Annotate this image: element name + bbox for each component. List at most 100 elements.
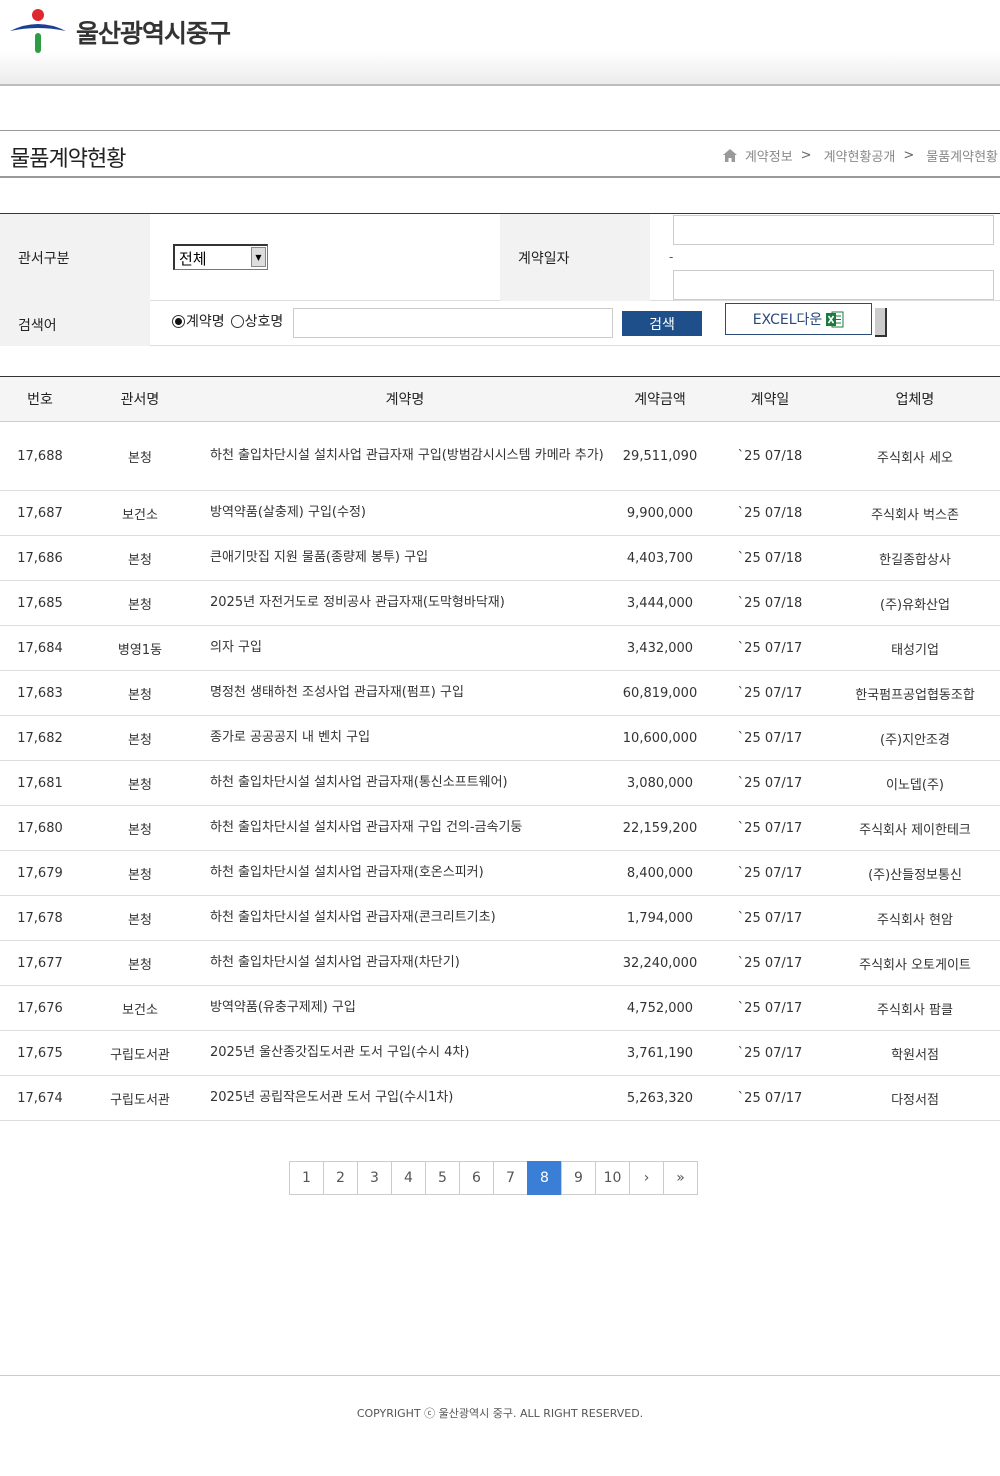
cell-contract-name[interactable]: 큰애기맛집 지원 물품(종량제 봉투) 구입 (200, 535, 610, 581)
radio-company-name-label[interactable]: 상호명 (245, 311, 284, 331)
cell-dept: 보건소 (80, 490, 200, 536)
cell-contract-name[interactable]: 방역약품(살충제) 구입(수정) (200, 490, 610, 536)
page-link-10[interactable]: 10 (595, 1161, 630, 1195)
page-link-1[interactable]: 1 (289, 1161, 324, 1195)
column-header-amount: 계약금액 (634, 392, 686, 408)
cell-contract-name[interactable]: 방역약품(유충구제제) 구입 (200, 985, 610, 1031)
table-row: 17,688 본청 하천 출입차단시설 설치사업 관급자재 구입(방범감시시스템 카… (0, 421, 1000, 491)
page-link-5[interactable]: 5 (425, 1161, 460, 1195)
cell-date: `25 07/17 (710, 625, 830, 671)
table-row: 17,685 본청 2025년 자전거도로 정비공사 관급자재(도막형바닥재) 3,4… (0, 580, 1000, 626)
dept-select[interactable]: 전체 ▼ (173, 244, 268, 270)
chevron-down-icon[interactable]: ▼ (251, 247, 266, 267)
cell-date: `25 07/17 (710, 940, 830, 986)
page-link-3[interactable]: 3 (357, 1161, 392, 1195)
column-header-number: 번호 (27, 392, 53, 408)
cell-number: 17,685 (0, 580, 80, 626)
last-page-icon[interactable]: » (663, 1161, 698, 1195)
column-header-vendor: 업체명 (895, 392, 935, 408)
column-header-dept: 관서명 (120, 392, 160, 408)
radio-company-name[interactable] (230, 314, 244, 328)
end-date-input[interactable] (673, 270, 994, 300)
cell-vendor: 주식회사 팜클 (830, 985, 1000, 1031)
cell-vendor: (주)지안조경 (830, 715, 1000, 761)
excel-download-button[interactable]: EXCEL다운 (725, 303, 872, 335)
breadcrumb-item-goods-contract[interactable]: 물품계약현황 (926, 146, 998, 165)
breadcrumb-separator: > (903, 148, 915, 163)
cell-contract-name[interactable]: 하천 출입차단시설 설치사업 관급자재(차단기) (200, 940, 610, 986)
cell-amount: 3,444,000 (610, 580, 710, 626)
cell-dept: 본청 (80, 580, 200, 626)
cell-contract-name[interactable]: 하천 출입차단시설 설치사업 관급자재 구입(방범감시시스템 카메라 추가) (200, 421, 610, 491)
cell-contract-name[interactable]: 하천 출입차단시설 설치사업 관급자재 구입 건의-금속기둥 (200, 805, 610, 851)
cell-number: 17,679 (0, 850, 80, 896)
dept-label: 관서구분 (0, 214, 150, 301)
cell-contract-name[interactable]: 2025년 공립작은도서관 도서 구입(수시1차) (200, 1075, 610, 1121)
table-header-row: 번호 관서명 계약명 계약금액 계약일 업체명 (0, 376, 1000, 422)
table-row: 17,679 본청 하천 출입차단시설 설치사업 관급자재(호온스피커) 8,400,… (0, 850, 1000, 896)
cell-vendor: 한국펌프공업협동조합 (830, 670, 1000, 716)
cell-date: `25 07/17 (710, 670, 830, 716)
cell-contract-name[interactable]: 의자 구입 (200, 625, 610, 671)
site-header: 울산광역시중구 (0, 0, 1000, 86)
cell-amount: 60,819,000 (610, 670, 710, 716)
breadcrumb-separator: > (800, 148, 812, 163)
column-header-date: 계약일 (750, 392, 790, 408)
cell-number: 17,688 (0, 421, 80, 491)
site-name[interactable]: 울산광역시중구 (76, 14, 231, 50)
cell-contract-name[interactable]: 2025년 자전거도로 정비공사 관급자재(도막형바닥재) (200, 580, 610, 626)
cell-date: `25 07/17 (710, 1030, 830, 1076)
search-button[interactable]: 검색 (622, 311, 702, 336)
page-link-8[interactable]: 8 (527, 1161, 562, 1195)
radio-contract-name-label[interactable]: 계약명 (186, 311, 225, 331)
cell-vendor: 주식회사 현암 (830, 895, 1000, 941)
start-date-input[interactable] (673, 215, 994, 245)
contract-table: 번호 관서명 계약명 계약금액 계약일 업체명 17,688 본청 하천 출입차단시… (0, 376, 1000, 1121)
date-separator: - (669, 250, 674, 264)
cell-dept: 본청 (80, 760, 200, 806)
cell-contract-name[interactable]: 하천 출입차단시설 설치사업 관급자재(통신소프트웨어) (200, 760, 610, 806)
excel-icon (826, 311, 844, 327)
radio-contract-name[interactable] (172, 314, 185, 328)
cell-amount: 32,240,000 (610, 940, 710, 986)
cell-contract-name[interactable]: 하천 출입차단시설 설치사업 관급자재(호온스피커) (200, 850, 610, 896)
cell-date: `25 07/17 (710, 760, 830, 806)
table-row: 17,684 병영1동 의자 구입 3,432,000 `25 07/17 태성기업 (0, 625, 1000, 671)
cell-number: 17,682 (0, 715, 80, 761)
cell-date: `25 07/17 (710, 850, 830, 896)
cell-contract-name[interactable]: 2025년 울산종갓집도서관 도서 구입(수시 4차) (200, 1030, 610, 1076)
breadcrumb: 계약정보 > 계약현황공개 > 물품계약현황 (722, 146, 998, 165)
cell-vendor: 주식회사 세오 (830, 421, 1000, 491)
excel-download-label: EXCEL다운 (752, 312, 823, 328)
table-row: 17,675 구립도서관 2025년 울산종갓집도서관 도서 구입(수시 4차) 3,… (0, 1030, 1000, 1076)
breadcrumb-item-contract-info[interactable]: 계약정보 (745, 146, 793, 165)
cell-contract-name[interactable]: 하천 출입차단시설 설치사업 관급자재(콘크리트기초) (200, 895, 610, 941)
page-link-7[interactable]: 7 (493, 1161, 528, 1195)
cell-amount: 3,080,000 (610, 760, 710, 806)
breadcrumb-item-contract-disclosure[interactable]: 계약현황공개 (824, 146, 896, 165)
table-row: 17,674 구립도서관 2025년 공립작은도서관 도서 구입(수시1차) 5,26… (0, 1075, 1000, 1121)
table-body: 17,688 본청 하천 출입차단시설 설치사업 관급자재 구입(방범감시시스템 카… (0, 421, 1000, 1121)
column-header-contract-name: 계약명 (385, 392, 425, 408)
cell-amount: 10,600,000 (610, 715, 710, 761)
home-icon[interactable] (722, 149, 737, 162)
cell-date: `25 07/18 (710, 535, 830, 581)
cell-contract-name[interactable]: 명정천 생태하천 조성사업 관급자재(펌프) 구입 (200, 670, 610, 716)
cell-number: 17,675 (0, 1030, 80, 1076)
cell-dept: 구립도서관 (80, 1075, 200, 1121)
cell-vendor: 한길종합상사 (830, 535, 1000, 581)
extra-button[interactable] (875, 308, 887, 337)
keyword-input[interactable] (293, 308, 613, 338)
title-bar: 물품계약현황 계약정보 > 계약현황공개 > 물품계약현황 (0, 130, 1000, 178)
page-link-2[interactable]: 2 (323, 1161, 358, 1195)
district-logo-icon[interactable] (10, 9, 66, 53)
next-page-icon[interactable]: › (629, 1161, 664, 1195)
page-link-9[interactable]: 9 (561, 1161, 596, 1195)
cell-amount: 3,761,190 (610, 1030, 710, 1076)
cell-dept: 본청 (80, 670, 200, 716)
cell-contract-name[interactable]: 종가로 공공공지 내 벤치 구입 (200, 715, 610, 761)
page-link-6[interactable]: 6 (459, 1161, 494, 1195)
page-link-4[interactable]: 4 (391, 1161, 426, 1195)
cell-date: `25 07/17 (710, 985, 830, 1031)
cell-dept: 본청 (80, 421, 200, 491)
